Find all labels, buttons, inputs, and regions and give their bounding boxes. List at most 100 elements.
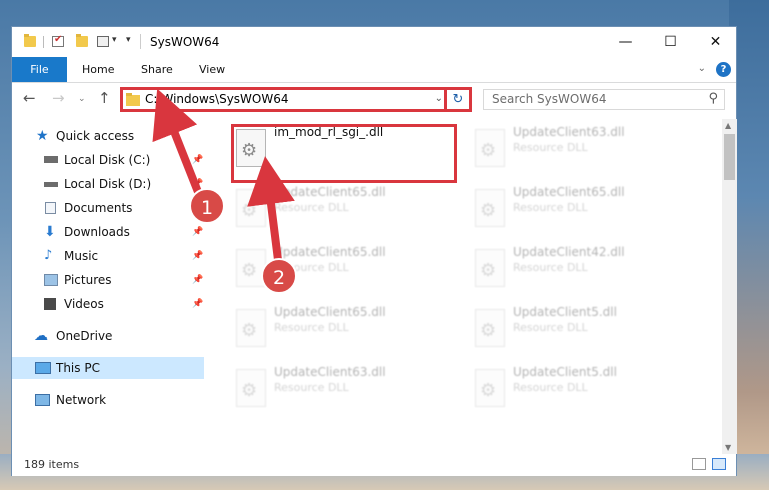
maximize-button[interactable]: ☐ [648, 27, 693, 57]
sidebar-item-label: Documents [64, 201, 133, 215]
ribbon-tabs: File Home Share View ⌄ ? [12, 57, 736, 83]
videos-icon [44, 298, 56, 310]
file-name: UpdateClient63.dll [274, 365, 386, 379]
sidebar-item-label: Downloads [64, 225, 130, 239]
dll-file-icon: ⚙ [236, 189, 266, 227]
pin-icon[interactable]: 📌 [192, 269, 203, 291]
file-item[interactable]: ⚙ UpdateClient63.dll Resource DLL [473, 125, 703, 181]
dll-file-icon: ⚙ [236, 309, 266, 347]
cloud-icon: ☁ [34, 328, 48, 344]
search-icon[interactable]: ⚲ [708, 91, 718, 106]
file-item[interactable]: ⚙ UpdateClient42.dll Resource DLL [473, 245, 703, 301]
file-highlight-box [231, 124, 457, 183]
pin-icon[interactable]: 📌 [192, 221, 203, 243]
status-bar: 189 items [12, 454, 736, 476]
sidebar-item-network[interactable]: Network [12, 389, 204, 411]
file-type: Resource DLL [274, 381, 349, 394]
music-icon: ♪ [44, 248, 53, 263]
tab-share[interactable]: Share [141, 57, 173, 82]
tab-view[interactable]: View [199, 57, 225, 82]
address-path[interactable]: C:\Windows\SysWOW64 [145, 92, 289, 106]
expand-ribbon-icon[interactable]: ⌄ [698, 63, 706, 74]
scroll-up-icon[interactable]: ▲ [725, 121, 731, 130]
chevron-down-icon[interactable]: ▾ [112, 35, 117, 45]
step-2-badge: 2 [261, 258, 297, 294]
dll-file-icon: ⚙ [475, 369, 505, 407]
sidebar-item-this-pc[interactable]: This PC [12, 357, 204, 379]
file-item[interactable]: ⚙ UpdateClient5.dll Resource DLL [473, 365, 703, 421]
sidebar-item-local-disk-d[interactable]: Local Disk (D:) 📌 [12, 173, 204, 195]
properties-check-icon[interactable] [52, 34, 64, 47]
sidebar-item-label: Local Disk (C:) [64, 153, 151, 167]
file-name: UpdateClient65.dll [274, 185, 386, 199]
file-name: UpdateClient65.dll [274, 305, 386, 319]
tab-home[interactable]: Home [82, 57, 114, 82]
chevron-down-icon[interactable]: ⌄ [435, 93, 443, 104]
help-icon[interactable]: ? [716, 62, 731, 77]
back-button[interactable]: ← [23, 89, 36, 107]
title-separator [140, 34, 141, 49]
drive-icon [44, 156, 58, 163]
sidebar-item-downloads[interactable]: ⬇ Downloads 📌 [12, 221, 204, 243]
file-type: Resource DLL [513, 261, 588, 274]
file-item[interactable]: ⚙ UpdateClient65.dll Resource DLL [234, 305, 464, 361]
quick-access-dropdown-icon[interactable]: ▾ [126, 35, 131, 45]
sidebar-item-videos[interactable]: Videos 📌 [12, 293, 204, 315]
file-type: Resource DLL [513, 141, 588, 154]
downloads-icon: ⬇ [44, 224, 56, 240]
quick-access-separator [43, 36, 44, 48]
pin-icon[interactable]: 📌 [192, 149, 203, 171]
folder-icon [126, 93, 140, 106]
address-bar[interactable]: C:\Windows\SysWOW64 ⌄ ↻ [120, 87, 472, 112]
file-item[interactable]: ⚙ UpdateClient5.dll Resource DLL [473, 305, 703, 361]
file-type: Resource DLL [513, 201, 588, 214]
file-type: Resource DLL [274, 321, 349, 334]
search-input[interactable]: Search SysWOW64 ⚲ [483, 89, 725, 110]
folder-icon [24, 34, 36, 47]
dll-file-icon: ⚙ [475, 189, 505, 227]
sidebar-item-documents[interactable]: Documents 📌 [12, 197, 204, 219]
sidebar-item-onedrive[interactable]: ☁ OneDrive [12, 325, 204, 347]
step-1-badge: 1 [189, 188, 225, 224]
file-type: Resource DLL [513, 321, 588, 334]
details-view-icon[interactable] [692, 458, 706, 470]
sidebar-item-quick-access[interactable]: ★ Quick access [12, 125, 204, 147]
file-name: UpdateClient42.dll [513, 245, 625, 259]
file-name: UpdateClient63.dll [513, 125, 625, 139]
new-folder-icon[interactable] [76, 34, 88, 47]
close-button[interactable]: ✕ [693, 27, 738, 57]
recent-locations-button[interactable]: ⌄ [78, 94, 86, 104]
tab-file[interactable]: File [12, 57, 67, 82]
navigation-pane: ★ Quick access Local Disk (C:) 📌 Local D… [12, 119, 204, 454]
file-item[interactable]: ⚙ UpdateClient65.dll Resource DLL [234, 185, 464, 241]
dll-file-icon: ⚙ [475, 249, 505, 287]
scroll-down-icon[interactable]: ▼ [725, 443, 731, 452]
pin-icon[interactable]: 📌 [192, 293, 203, 315]
file-type: Resource DLL [274, 201, 349, 214]
computer-icon [35, 362, 51, 374]
file-name: UpdateClient5.dll [513, 305, 617, 319]
customize-toolbar-icon[interactable] [97, 36, 109, 47]
sidebar-item-local-disk-c[interactable]: Local Disk (C:) 📌 [12, 149, 204, 171]
sidebar-item-label: Videos [64, 297, 104, 311]
sidebar-item-music[interactable]: ♪ Music 📌 [12, 245, 204, 267]
documents-icon [45, 202, 56, 214]
large-icons-view-icon[interactable] [712, 458, 726, 470]
sidebar-item-pictures[interactable]: Pictures 📌 [12, 269, 204, 291]
title-bar: ▾ ▾ SysWOW64 — ☐ ✕ [12, 27, 736, 57]
sidebar-item-label: OneDrive [56, 329, 113, 343]
sidebar-item-label: Network [56, 393, 107, 407]
dll-file-icon: ⚙ [236, 369, 266, 407]
file-item[interactable]: ⚙ UpdateClient65.dll Resource DLL [473, 185, 703, 241]
scroll-thumb[interactable] [724, 134, 735, 180]
pin-icon[interactable]: 📌 [192, 245, 203, 267]
vertical-scrollbar[interactable]: ▲ ▼ [722, 119, 737, 454]
minimize-button[interactable]: — [603, 27, 648, 57]
sidebar-item-label: Pictures [64, 273, 112, 287]
up-button[interactable]: ↑ [98, 89, 111, 107]
refresh-button[interactable]: ↻ [444, 89, 469, 110]
file-item[interactable]: ⚙ UpdateClient63.dll Resource DLL [234, 365, 464, 421]
sidebar-item-label: Local Disk (D:) [64, 177, 152, 191]
forward-button[interactable]: → [52, 89, 65, 107]
dll-file-icon: ⚙ [475, 129, 505, 167]
